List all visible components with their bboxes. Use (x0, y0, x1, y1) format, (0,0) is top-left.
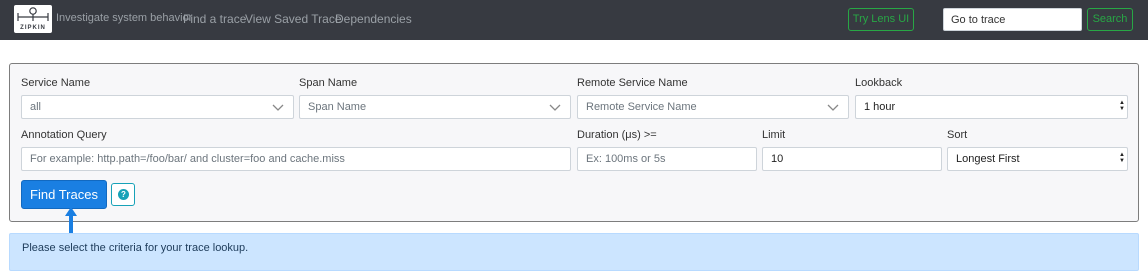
info-alert: Please select the criteria for your trac… (9, 233, 1139, 271)
logo-text: ZIPKIN (20, 25, 46, 31)
search-form-card (9, 63, 1139, 222)
annotation-query-label: Annotation Query (21, 129, 107, 141)
select-arrows-icon: ▲ ▼ (1119, 100, 1125, 112)
chevron-down-icon (827, 104, 839, 111)
remote-service-name-select[interactable]: Remote Service Name (577, 95, 849, 119)
go-to-trace-input[interactable] (943, 8, 1082, 31)
limit-label: Limit (762, 129, 786, 141)
service-name-select[interactable]: all (21, 95, 294, 119)
duration-placeholder: Ex: 100ms or 5s (586, 153, 666, 165)
nav-brand: Investigate system behavior (56, 12, 193, 24)
search-button[interactable]: Search (1087, 8, 1133, 31)
sort-value: Longest First (956, 153, 1020, 165)
question-circle-icon: ? (118, 189, 129, 200)
zipkin-logo-icon (17, 7, 49, 21)
zipkin-logo[interactable]: ZIPKIN (14, 5, 52, 33)
sort-label: Sort (947, 129, 968, 141)
service-name-label: Service Name (21, 77, 91, 89)
annotation-query-input[interactable]: For example: http.path=/foo/bar/ and clu… (21, 147, 571, 171)
remote-service-name-value: Remote Service Name (586, 101, 697, 113)
duration-label: Duration (μs) >= (577, 129, 657, 141)
nav-link-dependencies[interactable]: Dependencies (335, 12, 412, 26)
service-name-value: all (30, 101, 42, 113)
find-traces-button[interactable]: Find Traces (21, 180, 107, 209)
select-arrows-icon: ▲ ▼ (1119, 152, 1125, 164)
duration-input[interactable]: Ex: 100ms or 5s (577, 147, 757, 171)
remote-service-name-label: Remote Service Name (577, 77, 688, 89)
nav-link-find-trace[interactable]: Find a trace (183, 12, 246, 26)
lookback-label: Lookback (855, 77, 903, 89)
span-name-select[interactable]: Span Name (299, 95, 571, 119)
chevron-down-icon (549, 104, 561, 111)
limit-input[interactable]: 10 (762, 147, 942, 171)
try-lens-ui-button[interactable]: Try Lens UI (848, 8, 914, 31)
span-name-value: Span Name (308, 101, 367, 113)
nav-link-view-saved-trace[interactable]: View Saved Trace (245, 12, 342, 26)
span-name-label: Span Name (299, 77, 358, 89)
top-navbar: ZIPKIN Investigate system behavior Find … (0, 0, 1148, 40)
sort-select[interactable]: Longest First ▲ ▼ (947, 147, 1128, 171)
limit-value: 10 (771, 153, 784, 165)
chevron-down-icon (272, 104, 284, 111)
lookback-select[interactable]: 1 hour ▲ ▼ (855, 95, 1128, 119)
lookback-value: 1 hour (864, 101, 896, 113)
help-button[interactable]: ? (111, 183, 135, 206)
alert-message: Please select the criteria for your trac… (22, 242, 249, 254)
annotation-query-placeholder: For example: http.path=/foo/bar/ and clu… (30, 153, 345, 165)
